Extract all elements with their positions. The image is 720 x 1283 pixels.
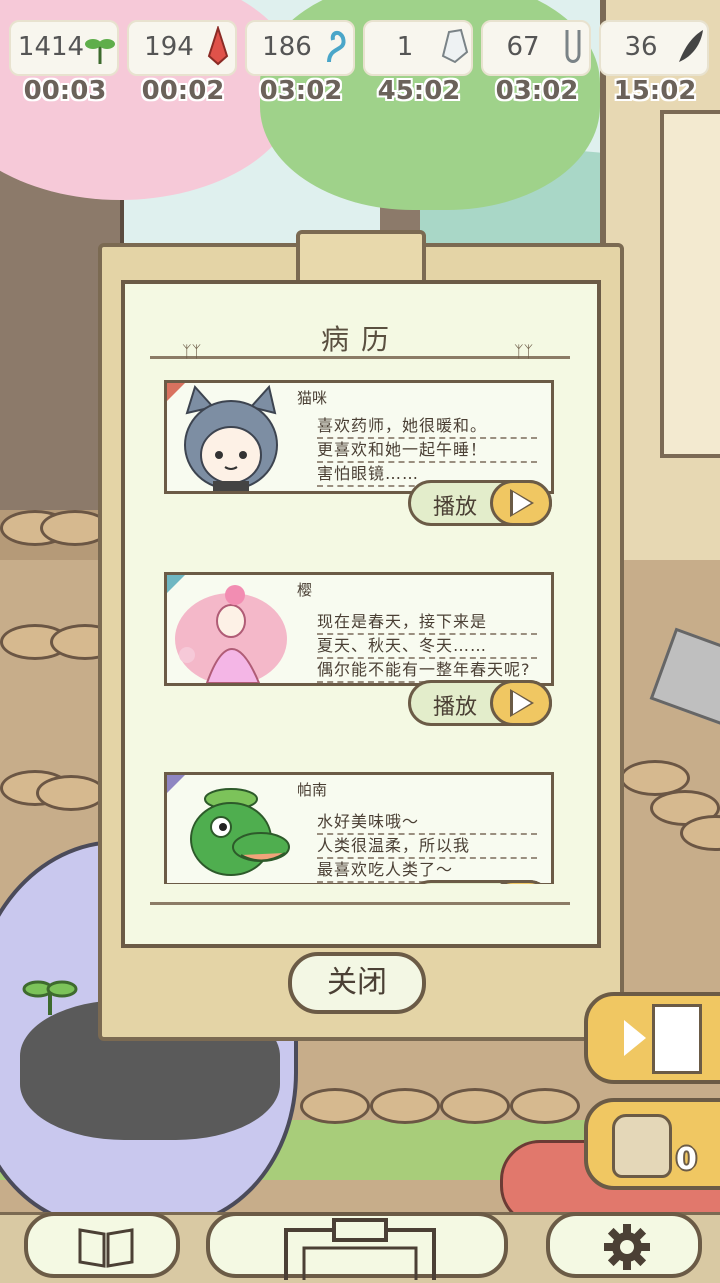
door-button[interactable] [584,992,720,1084]
sprout-icon [85,39,115,64]
play-button[interactable]: 播放 [408,680,552,726]
kappa-portrait [167,775,295,883]
log-stump [510,1088,580,1124]
cat-girl-portrait [167,383,295,491]
clipboard-button[interactable] [206,1212,508,1280]
resource-timer: 00:02 [141,76,225,106]
close-button[interactable]: 关闭 [288,952,426,1014]
resource-black-leaf[interactable]: 36 15:02 [599,18,711,108]
play-label: 播放 [433,695,478,720]
play-icon [490,480,552,526]
white-shell-icon [441,28,469,64]
seed-bag-button[interactable]: 0 [584,1098,720,1190]
sliding-door-icon [652,1004,702,1074]
black-leaf-icon [679,30,703,62]
record-name: 猫咪 [297,389,328,407]
resource-hook[interactable]: 67 03:02 [481,18,593,108]
resource-white-shell[interactable]: 1 45:02 [363,18,475,108]
resource-timer: 03:02 [495,76,579,106]
record-line: 水好美味哦～ [317,811,537,835]
record-card: 樱 现在是春天，接下来是 夏天、秋天、冬天…… 偶尔能不能有一整年春天呢? [164,572,554,686]
resource-timer: 15:02 [613,76,697,106]
play-button[interactable]: 播放 [408,480,552,526]
sakura-girl-portrait [167,575,295,683]
sprout-icon: ᛉᛉ [514,342,534,361]
card-corner-tag [167,775,185,793]
record-line: 更喜欢和她一起午睡！ [317,439,537,463]
sprout-icon: ᛉᛉ [182,342,202,361]
resource-count: 194 [144,32,194,62]
card-corner-tag [167,383,185,401]
resource-bar: 1414 00:03 194 00:02 186 03:02 1 45:02 6… [0,18,720,108]
blue-swirl-icon [327,31,346,63]
arrow-right-icon [624,1020,646,1056]
clipboard-icon [284,1218,436,1280]
resource-sprout[interactable]: 1414 00:03 [9,18,121,108]
card-corner-tag [167,575,185,593]
resource-count: 186 [262,32,312,62]
bottom-divider [150,902,570,905]
record-card: 猫咪 喜欢药师，她很暖和。 更喜欢和她一起午睡！ 害怕眼镜…… [164,380,554,494]
resource-count: 1414 [17,32,85,62]
resource-red-crystal[interactable]: 194 00:02 [127,18,239,108]
resource-blue-swirl[interactable]: 186 03:02 [245,18,357,108]
record-list[interactable]: 猫咪 喜欢药师，她很暖和。 更喜欢和她一起午睡！ 害怕眼镜…… 播放 樱 现在是… [150,370,570,884]
seed-count: 0 [676,1142,697,1177]
resource-count: 67 [506,32,540,62]
seed-bag-icon [612,1114,672,1178]
book-icon [78,1228,134,1268]
log-stump [440,1088,510,1124]
play-label: 播放 [433,495,478,520]
log-stump [370,1088,440,1124]
log-stump [300,1088,370,1124]
title-divider [150,356,570,359]
record-line: 夏天、秋天、冬天…… [317,635,537,659]
resource-count: 1 [396,32,414,62]
sprout-icon [22,980,78,1015]
record-line: 人类很温柔，所以我 [317,835,537,859]
resource-timer: 45:02 [377,76,461,106]
resource-timer: 03:02 [259,76,343,106]
book-button[interactable] [24,1212,180,1278]
record-name: 帕南 [297,781,328,799]
record-line: 现在是春天，接下来是 [317,611,537,635]
gear-icon [604,1224,650,1270]
settings-button[interactable] [546,1212,702,1278]
record-line: 喜欢药师，她很暖和。 [317,415,537,439]
house-window [660,110,720,458]
resource-count: 36 [624,32,658,62]
play-icon [490,680,552,726]
resource-timer: 00:03 [23,76,107,106]
play-button[interactable]: 播放 [408,880,552,884]
record-name: 樱 [297,581,313,599]
hook-icon [565,30,581,63]
red-crystal-icon [207,26,229,66]
record-card: 帕南 水好美味哦～ 人类很温柔，所以我 最喜欢吃人类了～ [164,772,554,884]
log-stump [36,775,106,811]
